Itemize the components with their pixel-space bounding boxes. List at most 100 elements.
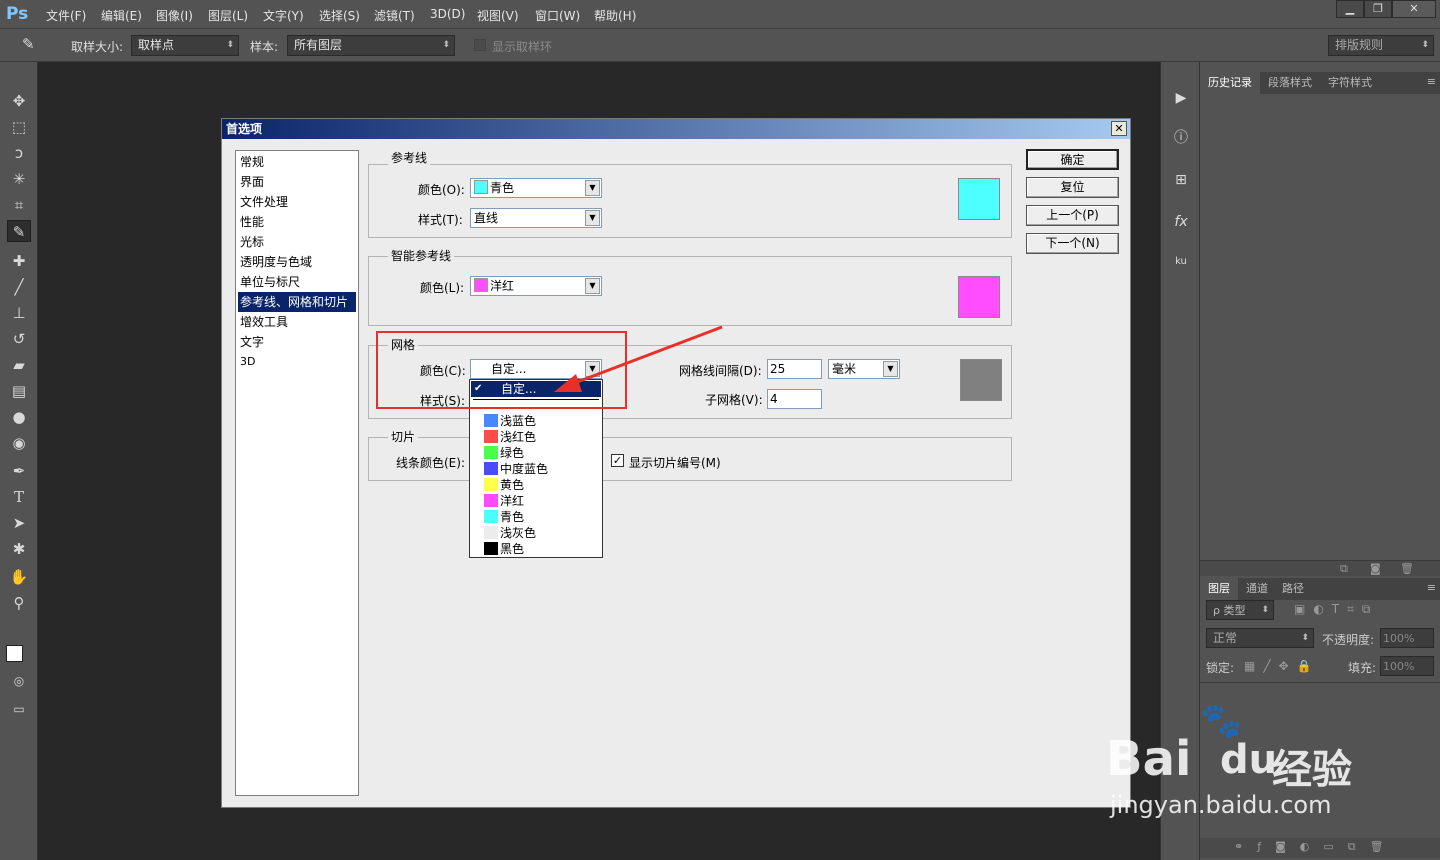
category-plugins[interactable]: 增效工具: [238, 312, 356, 332]
shape-tool-icon[interactable]: ✱: [7, 538, 31, 560]
foreground-color-swatch[interactable]: [6, 645, 23, 662]
gradient-tool-icon[interactable]: ▤: [7, 380, 31, 402]
menu-3d[interactable]: 3D(D): [430, 7, 465, 21]
dialog-close-button[interactable]: ✕: [1111, 121, 1127, 136]
pen-tool-icon[interactable]: ✒: [7, 460, 31, 482]
sample-size-select[interactable]: 取样点 ⬍: [131, 35, 239, 56]
camera-icon[interactable]: ◙: [1370, 562, 1381, 575]
blur-tool-icon[interactable]: ●: [7, 406, 31, 428]
guides-color-preview[interactable]: [958, 178, 1000, 220]
grid-panel-icon[interactable]: ⊞: [1169, 168, 1193, 192]
gridline-unit-select[interactable]: 毫米 ▼: [828, 359, 900, 379]
category-file-handling[interactable]: 文件处理: [238, 192, 356, 212]
healing-brush-icon[interactable]: ✚: [7, 250, 31, 272]
menu-layer[interactable]: 图层(L): [208, 7, 248, 24]
menu-image[interactable]: 图像(I): [156, 7, 193, 24]
category-units[interactable]: 单位与标尺: [238, 272, 356, 292]
lock-icons[interactable]: ▦╱✥🔒: [1244, 659, 1320, 673]
dropdown-item-light-red[interactable]: 浅红色: [471, 429, 601, 445]
menu-file[interactable]: 文件(F): [46, 7, 86, 24]
marquee-tool-icon[interactable]: ⬚: [7, 116, 31, 138]
menu-help[interactable]: 帮助(H): [594, 7, 636, 24]
category-interface[interactable]: 界面: [238, 172, 356, 192]
guides-color-select[interactable]: 青色 ▼: [470, 178, 602, 198]
show-slice-numbers-checkbox[interactable]: ✓: [611, 454, 624, 467]
layer-filter-select[interactable]: ρ 类型 ⬍: [1206, 600, 1274, 620]
gridline-interval-input[interactable]: 25: [767, 359, 822, 379]
opacity-field[interactable]: 100%: [1380, 628, 1434, 648]
subdivisions-input[interactable]: 4: [767, 389, 822, 409]
stamp-tool-icon[interactable]: ⊥: [7, 302, 31, 324]
brush-tool-icon[interactable]: ╱: [7, 276, 31, 298]
magic-wand-icon[interactable]: ✳: [7, 168, 31, 190]
grid-color-preview[interactable]: [960, 359, 1002, 401]
ok-button[interactable]: 确定: [1026, 149, 1119, 170]
category-cursors[interactable]: 光标: [238, 232, 356, 252]
hand-tool-icon[interactable]: ✋: [7, 566, 31, 588]
category-general[interactable]: 常规: [238, 152, 356, 172]
menu-type[interactable]: 文字(Y): [263, 7, 304, 24]
menu-edit[interactable]: 编辑(E): [101, 7, 142, 24]
close-window-button[interactable]: ✕: [1392, 0, 1436, 18]
category-3d[interactable]: 3D: [238, 352, 356, 372]
zoom-tool-icon[interactable]: ⚲: [7, 592, 31, 614]
category-guides-grid-slices[interactable]: 参考线、网格和切片: [238, 292, 356, 312]
workspace-select[interactable]: 排版规则 ⬍: [1328, 35, 1434, 56]
quick-mask-icon[interactable]: ◎: [7, 670, 31, 692]
dropdown-item-light-gray[interactable]: 浅灰色: [471, 525, 601, 541]
next-button[interactable]: 下一个(N): [1026, 233, 1119, 254]
play-icon[interactable]: ▶: [1169, 86, 1193, 110]
dropdown-item-magenta[interactable]: 洋红: [471, 493, 601, 509]
fill-field[interactable]: 100%: [1380, 656, 1434, 676]
dropdown-item-black[interactable]: 黑色: [471, 541, 601, 557]
eyedropper-tool-icon[interactable]: ✎: [7, 220, 31, 242]
new-doc-icon[interactable]: ⧉: [1340, 562, 1348, 576]
category-performance[interactable]: 性能: [238, 212, 356, 232]
crop-tool-icon[interactable]: ⌗: [7, 194, 31, 216]
category-type[interactable]: 文字: [238, 332, 356, 352]
tab-paragraph-styles[interactable]: 段落样式: [1260, 72, 1320, 94]
move-tool-icon[interactable]: ✥: [7, 90, 31, 112]
type-tool-icon[interactable]: T: [7, 486, 31, 508]
menu-filter[interactable]: 滤镜(T): [374, 7, 415, 24]
eraser-tool-icon[interactable]: ▰: [7, 354, 31, 376]
minimize-button[interactable]: ▁: [1336, 0, 1364, 18]
restore-button[interactable]: ❐: [1364, 0, 1392, 18]
path-select-icon[interactable]: ➤: [7, 512, 31, 534]
panel-menu-icon[interactable]: ≡: [1427, 581, 1436, 594]
panel-menu-icon[interactable]: ≡: [1427, 75, 1436, 88]
tab-character-styles[interactable]: 字符样式: [1320, 72, 1380, 94]
dropdown-item-medium-blue[interactable]: 中度蓝色: [471, 461, 601, 477]
layers-footer-icons[interactable]: ⚭ƒ◙◐▭⧉🗑: [1234, 840, 1398, 854]
dropdown-item-yellow[interactable]: 黄色: [471, 477, 601, 493]
tab-history[interactable]: 历史记录: [1200, 72, 1260, 94]
show-ring-checkbox[interactable]: [474, 39, 486, 51]
tab-layers[interactable]: 图层: [1200, 578, 1238, 600]
reset-button[interactable]: 复位: [1026, 177, 1119, 198]
smart-guides-color-select[interactable]: 洋红 ▼: [470, 276, 602, 296]
fx-icon[interactable]: fx: [1169, 210, 1193, 234]
smart-guides-color-preview[interactable]: [958, 276, 1000, 318]
eyedropper-icon[interactable]: ✎: [22, 35, 35, 53]
lasso-tool-icon[interactable]: ↄ: [7, 142, 31, 164]
history-brush-icon[interactable]: ↺: [7, 328, 31, 350]
screen-mode-icon[interactable]: ▭: [7, 698, 31, 720]
info-icon[interactable]: ⓘ: [1169, 126, 1193, 150]
prev-button[interactable]: 上一个(P): [1026, 205, 1119, 226]
kuler-icon[interactable]: ku: [1169, 250, 1193, 274]
category-transparency[interactable]: 透明度与色域: [238, 252, 356, 272]
dodge-tool-icon[interactable]: ◉: [7, 432, 31, 454]
blend-mode-select[interactable]: 正常 ⬍: [1206, 628, 1314, 648]
dropdown-item-green[interactable]: 绿色: [471, 445, 601, 461]
guides-style-select[interactable]: 直线 ▼: [470, 208, 602, 228]
menu-window[interactable]: 窗口(W): [535, 7, 580, 24]
layer-filter-icons[interactable]: ▣◐T⌗⧉: [1294, 602, 1378, 617]
tab-channels[interactable]: 通道: [1238, 578, 1276, 600]
trash-icon[interactable]: 🗑: [1400, 562, 1414, 575]
sample-select[interactable]: 所有图层 ⬍: [287, 35, 455, 56]
menu-select[interactable]: 选择(S): [319, 7, 360, 24]
menu-view[interactable]: 视图(V): [477, 7, 519, 24]
tab-paths[interactable]: 路径: [1274, 578, 1312, 600]
dropdown-item-cyan[interactable]: 青色: [471, 509, 601, 525]
dropdown-item-light-blue[interactable]: 浅蓝色: [471, 413, 601, 429]
